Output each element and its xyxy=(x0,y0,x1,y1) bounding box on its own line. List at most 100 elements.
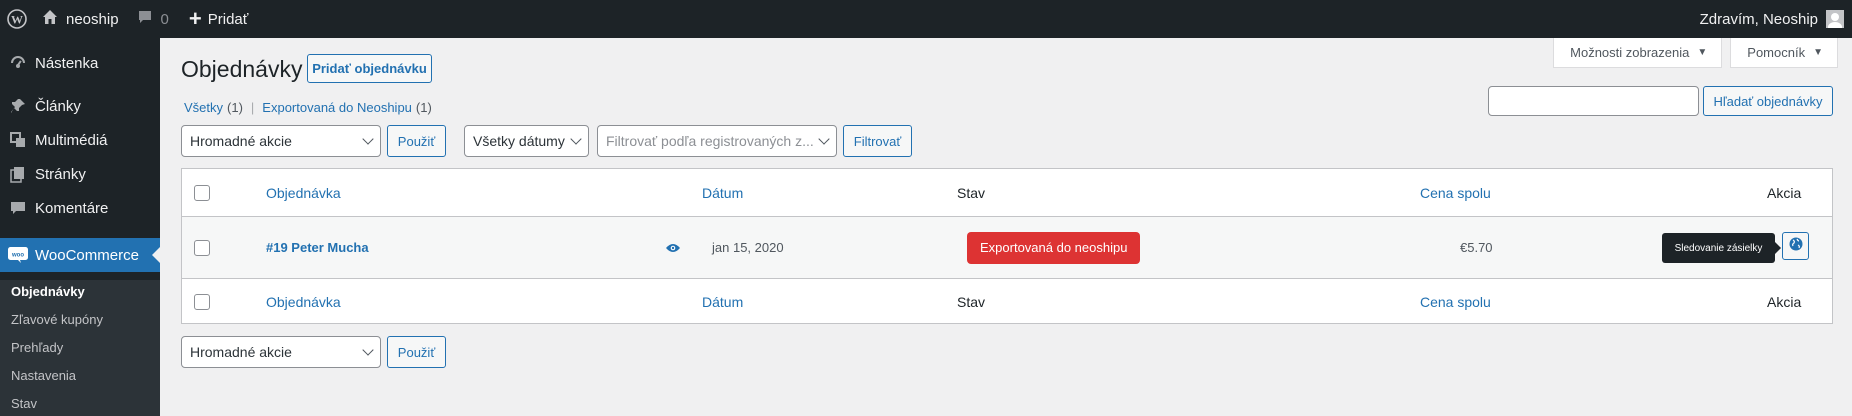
sidebar-item-media[interactable]: Multimédiá xyxy=(0,123,160,157)
sidebar-item-label: Multimédiá xyxy=(35,131,108,149)
comments-count: 0 xyxy=(160,10,169,28)
woo-icon: woo xyxy=(0,247,35,263)
plus-icon: + xyxy=(188,6,202,31)
view-exported-link[interactable]: Exportovaná do Neoshipu xyxy=(262,100,412,115)
greeting: Zdravím, Neoship xyxy=(1699,10,1818,28)
sidebar-item-pages[interactable]: Stránky xyxy=(0,157,160,191)
site-name-link[interactable]: neoship xyxy=(42,0,119,38)
submenu-item-reports[interactable]: Prehľady xyxy=(11,340,63,355)
order-link[interactable]: #19 Peter Mucha xyxy=(266,217,369,278)
row-select-cell xyxy=(194,217,210,278)
search-input[interactable] xyxy=(1488,86,1699,116)
bulk-actions-value: Hromadné akcie xyxy=(190,344,292,360)
tracking-button[interactable] xyxy=(1782,232,1809,260)
select-all-checkbox[interactable] xyxy=(194,184,210,201)
screen-meta-links: Možnosti zobrazenia ▼ Pomocník ▼ xyxy=(1553,38,1838,68)
order-date: jan 15, 2020 xyxy=(712,240,784,255)
chevron-down-icon xyxy=(818,133,830,145)
table-row[interactable]: #19 Peter Mucha jan 15, 2020 Exportovaná… xyxy=(182,217,1832,279)
view-separator: | xyxy=(250,100,255,115)
screen-options-button[interactable]: Možnosti zobrazenia ▼ xyxy=(1553,38,1723,68)
dates-filter-select[interactable]: Všetky dátumy xyxy=(464,125,589,157)
column-order[interactable]: Objednávka xyxy=(266,169,341,216)
bulk-actions-select-bottom[interactable]: Hromadné akcie xyxy=(181,336,381,368)
sidebar-item-label: Články xyxy=(35,97,81,115)
row-checkbox[interactable] xyxy=(194,239,210,256)
help-label: Pomocník xyxy=(1747,45,1806,60)
admin-sidebar: Nástenka Články Multimédiá Stránky Komen… xyxy=(0,38,160,416)
admin-bar: W neoship 0 + Pridať Zdravím, Neoship xyxy=(0,0,1852,38)
order-total: €5.70 xyxy=(1460,240,1493,255)
sidebar-item-posts[interactable]: Články xyxy=(0,89,160,123)
dashboard-icon xyxy=(0,54,35,72)
column-date[interactable]: Dátum xyxy=(702,169,743,216)
new-label: Pridať xyxy=(207,10,249,28)
sidebar-item-dashboard[interactable]: Nástenka xyxy=(0,46,160,80)
site-name: neoship xyxy=(66,10,119,28)
bulk-actions-value: Hromadné akcie xyxy=(190,133,292,149)
main-content: Možnosti zobrazenia ▼ Pomocník ▼ Objedná… xyxy=(160,38,1852,416)
svg-text:W: W xyxy=(11,13,23,27)
comment-icon xyxy=(137,9,153,29)
column-status: Stav xyxy=(957,184,986,201)
add-order-button[interactable]: Pridať objednávku xyxy=(307,54,432,83)
orders-table: Objednávka Dátum Stav Cena spolu Akcia #… xyxy=(181,168,1833,324)
customer-filter-placeholder: Filtrovať podľa registrovaných z... xyxy=(606,133,814,149)
view-all-link[interactable]: Všetky xyxy=(184,100,223,115)
column-order-footer[interactable]: Objednávka xyxy=(266,279,341,325)
eye-icon[interactable] xyxy=(665,217,681,278)
media-icon xyxy=(0,131,35,149)
sidebar-item-label: Nástenka xyxy=(35,54,99,72)
wordpress-icon[interactable]: W xyxy=(0,0,34,38)
view-exported-count: (1) xyxy=(415,100,432,115)
globe-icon xyxy=(1789,237,1803,255)
column-actions: Akcia xyxy=(1767,184,1802,201)
column-actions-footer: Akcia xyxy=(1767,294,1802,310)
apply-button-bottom[interactable]: Použiť xyxy=(387,336,446,368)
view-all-count: (1) xyxy=(227,100,243,115)
table-header-row: Objednávka Dátum Stav Cena spolu Akcia xyxy=(182,169,1832,217)
select-all-checkbox-footer[interactable] xyxy=(194,294,210,310)
submenu-item-settings[interactable]: Nastavenia xyxy=(11,368,76,383)
svg-text:woo: woo xyxy=(11,253,24,259)
sidebar-item-comments[interactable]: Komentáre xyxy=(0,191,160,225)
customer-filter-select[interactable]: Filtrovať podľa registrovaných z... xyxy=(597,125,837,157)
pin-icon xyxy=(0,97,35,115)
sidebar-item-label: Stránky xyxy=(35,165,86,183)
comments-link[interactable]: 0 xyxy=(137,0,169,38)
tracking-tooltip: Sledovanie zásielky xyxy=(1662,233,1781,263)
sidebar-item-woocommerce[interactable]: woo WooCommerce xyxy=(0,238,160,272)
column-date-footer[interactable]: Dátum xyxy=(702,279,743,325)
order-views: Všetky (1) | Exportovaná do Neoshipu (1) xyxy=(184,100,432,115)
select-all-cell xyxy=(194,169,210,216)
column-total-footer[interactable]: Cena spolu xyxy=(1420,279,1491,325)
chevron-down-icon xyxy=(362,133,374,145)
woocommerce-submenu: Objednávky Zľavové kupóny Prehľady Nasta… xyxy=(0,280,160,416)
sidebar-item-label: Komentáre xyxy=(35,199,109,217)
submenu-item-coupons[interactable]: Zľavové kupóny xyxy=(11,312,103,327)
column-total[interactable]: Cena spolu xyxy=(1420,169,1491,216)
screen-options-label: Možnosti zobrazenia xyxy=(1570,45,1690,60)
chevron-down-icon xyxy=(570,133,582,145)
apply-button[interactable]: Použiť xyxy=(387,125,446,157)
status-badge: Exportovaná do neoshipu xyxy=(967,231,1141,264)
caret-down-icon: ▼ xyxy=(1813,47,1823,58)
submenu-item-orders[interactable]: Objednávky xyxy=(11,284,85,299)
column-status-footer: Stav xyxy=(957,294,986,310)
active-indicator xyxy=(152,247,160,263)
avatar xyxy=(1826,10,1844,28)
sidebar-item-label: WooCommerce xyxy=(35,246,139,264)
chevron-down-icon xyxy=(362,344,374,356)
dates-filter-value: Všetky dátumy xyxy=(473,133,565,149)
filter-button[interactable]: Filtrovať xyxy=(843,125,912,157)
new-content-link[interactable]: + Pridať xyxy=(189,0,249,38)
page-title: Objednávky xyxy=(181,56,303,82)
my-account-link[interactable]: Zdravím, Neoship xyxy=(1700,0,1844,38)
help-button[interactable]: Pomocník ▼ xyxy=(1730,38,1838,68)
bulk-actions-select[interactable]: Hromadné akcie xyxy=(181,125,381,157)
pages-icon xyxy=(0,165,35,183)
order-status-cell: Exportovaná do neoshipu xyxy=(967,217,1141,278)
search-orders-button[interactable]: Hľadať objednávky xyxy=(1703,86,1833,116)
submenu-item-status[interactable]: Stav xyxy=(11,396,37,411)
home-icon xyxy=(42,9,58,29)
